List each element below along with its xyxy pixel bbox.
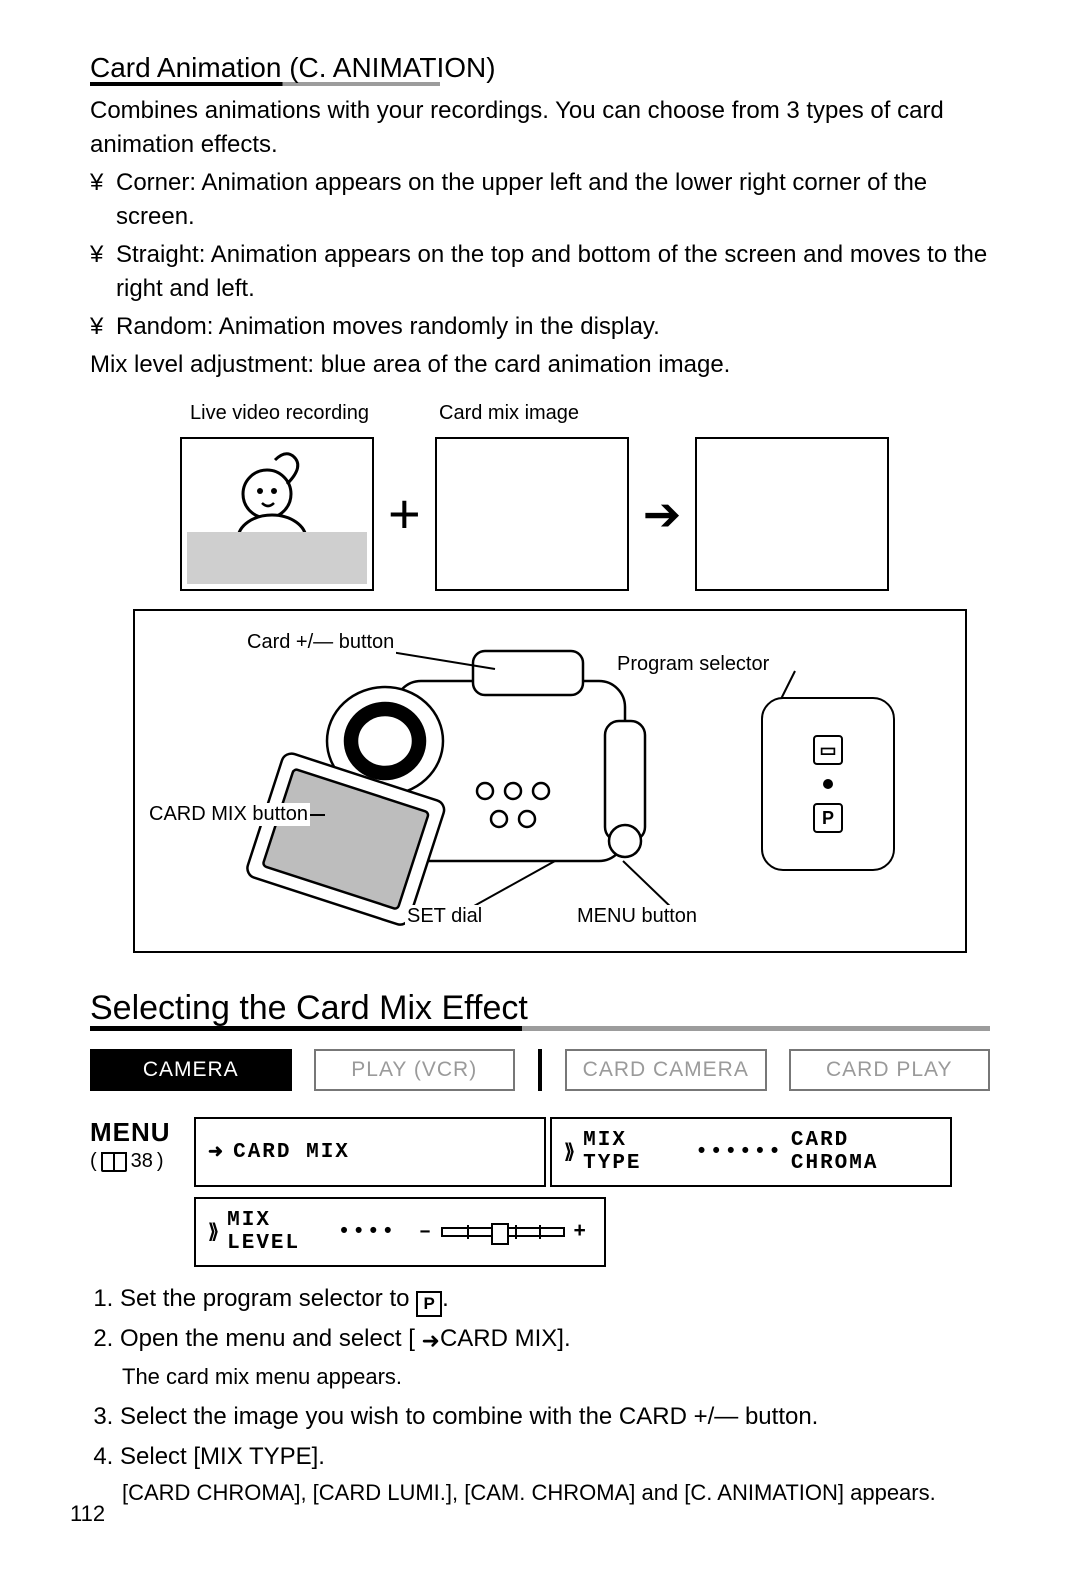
step-1: Set the program selector to P. xyxy=(120,1281,990,1317)
intro-paragraph: Combines animations with your recordings… xyxy=(90,94,990,162)
tile-live-video xyxy=(180,437,374,591)
step-2: Open the menu and select [ ➜CARD MIX]. T… xyxy=(120,1321,990,1395)
label-live-video: Live video recording xyxy=(190,402,369,425)
heading-text: Selecting the Card Mix Effect xyxy=(90,989,558,1028)
menu-title: MENU xyxy=(90,1117,180,1148)
section-heading-select-effect: Selecting the Card Mix Effect xyxy=(90,989,990,1031)
label-card-mix-image: Card mix image xyxy=(439,402,579,425)
arrow-right-icon: ➜ xyxy=(422,1323,440,1359)
label-card-plus-minus-button: Card +/— button xyxy=(245,631,396,654)
mix-illustration-row: + ➔ xyxy=(180,437,990,591)
menu-block: MENU ( 38) ➜ CARD MIX ⟫ MIX TYPE •••••• … xyxy=(90,1117,990,1267)
tabs-separator xyxy=(537,1049,543,1091)
step-2-sub: The card mix menu appears. xyxy=(122,1359,990,1395)
menu-page-number: 38 xyxy=(131,1150,153,1173)
selector-auto-icon: ▭ xyxy=(813,735,843,765)
selector-dot-icon xyxy=(823,779,833,789)
bullet-corner: Corner: Animation appears on the upper l… xyxy=(90,166,990,234)
bullet-straight: Straight: Animation appears on the top a… xyxy=(90,238,990,306)
tile-result xyxy=(695,437,889,591)
menu-box-mix-level-dots: •••• xyxy=(338,1221,396,1244)
chevron-right-double-icon: ⟫ xyxy=(208,1219,217,1245)
step-3: Select the image you wish to combine wit… xyxy=(120,1399,990,1435)
animation-types-list: Corner: Animation appears on the upper l… xyxy=(90,166,990,344)
step-4-text: Select [MIX TYPE]. xyxy=(120,1443,325,1470)
heading-text: Card Animation (C. ANIMATION) xyxy=(90,52,520,84)
tab-play-vcr: PLAY (VCR) xyxy=(314,1049,516,1091)
menu-box-mix-type-dots: •••••• xyxy=(695,1141,783,1164)
step-4: Select [MIX TYPE]. [CARD CHROMA], [CARD … xyxy=(120,1439,990,1511)
program-selector-closeup: ▭ P xyxy=(761,697,895,871)
menu-box-mix-type: ⟫ MIX TYPE •••••• CARD CHROMA xyxy=(550,1117,952,1187)
menu-box-mix-level-label: MIX LEVEL xyxy=(227,1209,330,1255)
mix-level-slider-icon xyxy=(441,1227,565,1237)
step-2-text-before: Open the menu and select [ xyxy=(120,1325,415,1352)
section-heading-card-animation: Card Animation (C. ANIMATION) xyxy=(90,52,990,86)
label-set-dial: SET dial xyxy=(405,905,484,928)
manual-page: Card Animation (C. ANIMATION) Combines a… xyxy=(0,0,1080,1575)
step-1-text-before: Set the program selector to xyxy=(120,1285,416,1312)
menu-row-1: ➜ CARD MIX ⟫ MIX TYPE •••••• CARD CHROMA xyxy=(194,1117,952,1187)
mode-tabs: CAMERA PLAY (VCR) CARD CAMERA CARD PLAY xyxy=(90,1049,990,1091)
page-number: 112 xyxy=(70,1501,105,1527)
menu-boxes-column: ➜ CARD MIX ⟫ MIX TYPE •••••• CARD CHROMA… xyxy=(194,1117,952,1267)
plus-icon: + xyxy=(388,486,421,542)
label-program-selector: Program selector xyxy=(615,653,771,676)
tab-card-camera: CARD CAMERA xyxy=(565,1049,767,1091)
camcorder-diagram: Card +/— button CARD MIX button SET dial… xyxy=(133,609,967,953)
mix-level-note: Mix level adjustment: blue area of the c… xyxy=(90,348,990,382)
tile-card-mix-image xyxy=(435,437,629,591)
arrow-right-icon: ➜ xyxy=(208,1141,225,1163)
menu-box-card-mix: ➜ CARD MIX xyxy=(194,1117,546,1187)
step-4-sub: [CARD CHROMA], [CARD LUMI.], [CAM. CHROM… xyxy=(122,1475,990,1511)
chevron-right-double-icon: ⟫ xyxy=(564,1139,573,1165)
menu-left-column: MENU ( 38) xyxy=(90,1117,180,1173)
menu-box-mix-type-label: MIX TYPE xyxy=(583,1129,687,1175)
tab-card-play: CARD PLAY xyxy=(789,1049,991,1091)
step-2-text-after: CARD MIX]. xyxy=(440,1325,571,1352)
selector-p-icon: P xyxy=(813,803,843,833)
bullet-random: Random: Animation moves randomly in the … xyxy=(90,310,990,344)
p-mode-icon: P xyxy=(416,1291,442,1317)
menu-page-ref: ( 38) xyxy=(90,1150,180,1173)
menu-box-card-mix-label: CARD MIX xyxy=(233,1141,350,1164)
menu-box-mix-level: ⟫ MIX LEVEL •••• – + xyxy=(194,1197,606,1267)
step-3-text: Select the image you wish to combine wit… xyxy=(120,1403,818,1430)
arrow-right-icon: ➔ xyxy=(643,491,682,537)
step-1-text-after: . xyxy=(442,1285,449,1312)
tab-camera: CAMERA xyxy=(90,1049,292,1091)
instruction-steps: Set the program selector to P. Open the … xyxy=(90,1281,990,1511)
tile-labels-row: Live video recording Card mix image xyxy=(190,402,990,425)
label-menu-button: MENU button xyxy=(575,905,699,928)
menu-box-mix-type-value: CARD CHROMA xyxy=(791,1129,934,1175)
book-icon xyxy=(101,1152,127,1172)
label-card-mix-button: CARD MIX button xyxy=(147,803,310,826)
menu-row-2: ⟫ MIX LEVEL •••• – + xyxy=(194,1197,952,1267)
